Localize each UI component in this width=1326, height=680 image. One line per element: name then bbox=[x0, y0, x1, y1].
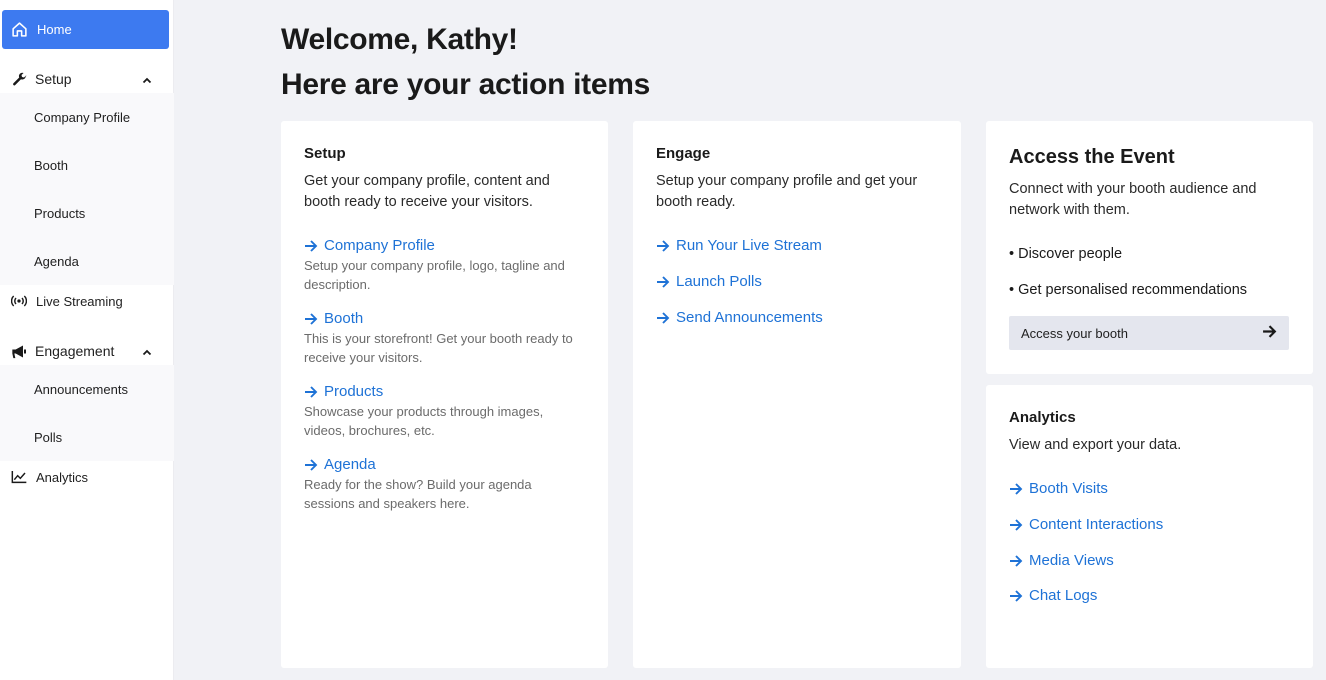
link-label: Booth Visits bbox=[1029, 480, 1108, 497]
link-description: This is your storefront! Get your booth … bbox=[304, 331, 573, 365]
sidebar-item-announcements[interactable]: Announcements bbox=[0, 365, 174, 413]
link-label: Media Views bbox=[1029, 552, 1114, 569]
arrow-right-icon bbox=[304, 459, 318, 471]
arrow-right-icon bbox=[1009, 483, 1023, 495]
link-label: Company Profile bbox=[324, 237, 435, 254]
wrench-icon bbox=[11, 71, 27, 87]
engagement-submenu: Announcements Polls bbox=[0, 365, 174, 461]
sidebar-item-label: Analytics bbox=[36, 469, 89, 485]
link-label: Agenda bbox=[324, 456, 376, 473]
arrow-right-icon bbox=[1009, 519, 1023, 531]
card-description: Get your company profile, content and bo… bbox=[304, 173, 550, 210]
setup-card: Setup Get your company profile, content … bbox=[281, 121, 608, 668]
sidebar-item-label: Home bbox=[37, 22, 72, 37]
setup-submenu: Company Profile Booth Products Agenda bbox=[0, 93, 174, 285]
button-label: Access your booth bbox=[1021, 325, 1128, 341]
agenda-link[interactable]: Agenda bbox=[304, 455, 585, 475]
media-views-link[interactable]: Media Views bbox=[1009, 551, 1290, 571]
sidebar-group-engagement[interactable]: Engagement bbox=[0, 339, 174, 363]
content-interactions-link[interactable]: Content Interactions bbox=[1009, 515, 1290, 535]
products-link[interactable]: Products bbox=[304, 382, 585, 402]
card-description: View and export your data. bbox=[1009, 437, 1182, 453]
arrow-right-icon bbox=[1009, 555, 1023, 567]
access-event-card: Access the Event Connect with your booth… bbox=[986, 121, 1313, 374]
card-description: Connect with your booth audience and net… bbox=[1009, 181, 1257, 218]
link-label: Send Announcements bbox=[676, 309, 823, 326]
sidebar-item-polls[interactable]: Polls bbox=[0, 413, 174, 461]
run-live-stream-link[interactable]: Run Your Live Stream bbox=[656, 236, 938, 256]
sidebar-group-label: Setup bbox=[35, 71, 72, 87]
card-title: Analytics bbox=[1009, 409, 1076, 426]
card-description: Setup your company profile and get your … bbox=[656, 173, 918, 210]
link-description: Setup your company profile, logo, taglin… bbox=[304, 258, 565, 292]
sidebar: Home Setup Company Profile Booth Product… bbox=[0, 0, 174, 680]
line-chart-icon bbox=[11, 469, 27, 485]
chat-logs-link[interactable]: Chat Logs bbox=[1009, 586, 1290, 606]
welcome-heading: Welcome, Kathy! bbox=[281, 23, 518, 56]
chevron-up-icon[interactable] bbox=[142, 345, 152, 361]
arrow-right-icon bbox=[656, 276, 670, 288]
link-label: Booth bbox=[324, 310, 364, 327]
card-title: Engage bbox=[656, 145, 711, 162]
company-profile-link[interactable]: Company Profile bbox=[304, 236, 585, 256]
arrow-right-icon bbox=[1262, 325, 1277, 341]
bullet-item: • Discover people bbox=[1009, 246, 1123, 262]
chevron-up-icon[interactable] bbox=[142, 73, 152, 89]
launch-polls-link[interactable]: Launch Polls bbox=[656, 272, 938, 292]
engage-card: Engage Setup your company profile and ge… bbox=[633, 121, 961, 668]
analytics-card: Analytics View and export your data. Boo… bbox=[986, 385, 1313, 668]
arrow-right-icon bbox=[656, 312, 670, 324]
home-icon bbox=[12, 22, 27, 37]
access-booth-button[interactable]: Access your booth bbox=[1009, 316, 1289, 350]
booth-link[interactable]: Booth bbox=[304, 309, 585, 329]
send-announcements-link[interactable]: Send Announcements bbox=[656, 308, 938, 328]
sidebar-group-setup[interactable]: Setup bbox=[0, 67, 174, 91]
megaphone-icon bbox=[11, 343, 27, 359]
arrow-right-icon bbox=[656, 240, 670, 252]
sidebar-group-label: Engagement bbox=[35, 343, 115, 359]
sidebar-item-home[interactable]: Home bbox=[2, 10, 169, 49]
sidebar-item-company-profile[interactable]: Company Profile bbox=[0, 93, 174, 141]
sidebar-item-agenda[interactable]: Agenda bbox=[0, 237, 174, 285]
sidebar-item-live-streaming[interactable]: Live Streaming bbox=[0, 289, 174, 313]
sidebar-item-analytics[interactable]: Analytics bbox=[0, 465, 174, 489]
arrow-right-icon bbox=[1009, 590, 1023, 602]
arrow-right-icon bbox=[304, 386, 318, 398]
link-label: Content Interactions bbox=[1029, 516, 1164, 533]
broadcast-icon bbox=[11, 293, 27, 309]
card-title: Access the Event bbox=[1009, 146, 1175, 168]
arrow-right-icon bbox=[304, 240, 318, 252]
link-description: Showcase your products through images, v… bbox=[304, 404, 544, 438]
link-description: Ready for the show? Build your agenda se… bbox=[304, 477, 532, 511]
link-label: Chat Logs bbox=[1029, 587, 1098, 604]
booth-visits-link[interactable]: Booth Visits bbox=[1009, 479, 1290, 499]
arrow-right-icon bbox=[304, 313, 318, 325]
link-label: Products bbox=[324, 383, 384, 400]
sidebar-item-label: Live Streaming bbox=[36, 293, 123, 309]
card-title: Setup bbox=[304, 145, 346, 162]
bullet-item: • Get personalised recommendations bbox=[1009, 282, 1248, 298]
action-items-heading: Here are your action items bbox=[281, 68, 651, 101]
link-label: Launch Polls bbox=[676, 273, 762, 290]
link-label: Run Your Live Stream bbox=[676, 237, 822, 254]
sidebar-item-booth[interactable]: Booth bbox=[0, 141, 174, 189]
sidebar-item-products[interactable]: Products bbox=[0, 189, 174, 237]
